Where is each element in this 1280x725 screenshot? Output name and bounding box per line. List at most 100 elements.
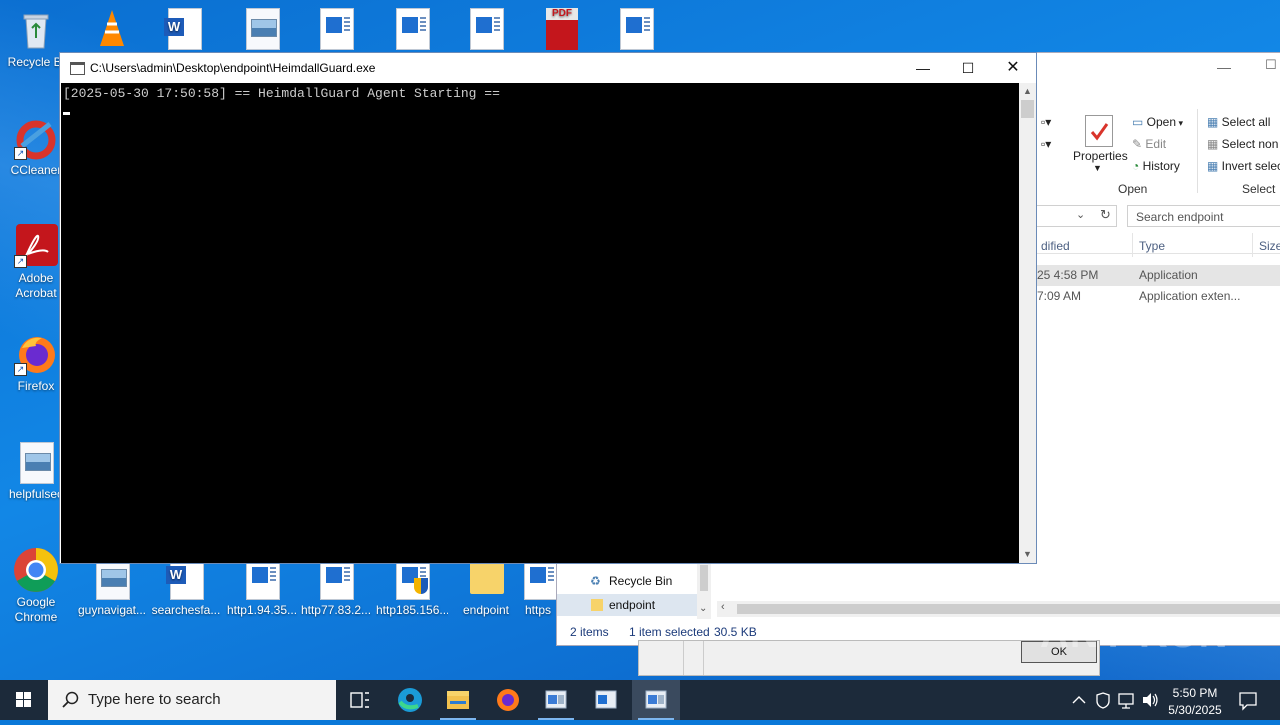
taskbar-search-box[interactable]: Type here to search: [48, 680, 336, 720]
task-view-button[interactable]: [336, 680, 384, 720]
desktop-icon-document[interactable]: [450, 6, 522, 53]
firefox-icon: ↗: [14, 332, 58, 376]
invert-selection-button[interactable]: ▦ Invert selec: [1207, 159, 1280, 173]
status-size: 30.5 KB: [714, 625, 757, 639]
word-doc-icon: W: [162, 6, 206, 50]
column-header-size[interactable]: Size: [1259, 239, 1280, 253]
chevron-left-icon[interactable]: ‹: [721, 601, 725, 613]
open-button[interactable]: ▭ Open ▾: [1132, 115, 1183, 129]
pdf-file-icon: PDF: [540, 6, 584, 50]
search-input[interactable]: Search endpoint: [1127, 205, 1280, 227]
desktop-icon-label: http1.94.35...: [226, 603, 298, 617]
document-icon: [614, 6, 658, 50]
ribbon-small-icon[interactable]: ▫▾: [1041, 137, 1051, 151]
scroll-down-icon[interactable]: ▼: [1019, 546, 1036, 563]
table-row[interactable]: 7:09 AM Application exten...: [1037, 286, 1280, 307]
start-button[interactable]: [0, 680, 48, 720]
desktop-icon-searchesfa[interactable]: W searchesfa...: [150, 556, 222, 618]
image-file-icon: [240, 6, 284, 50]
refresh-icon[interactable]: ↻: [1100, 207, 1111, 223]
console-output[interactable]: [2025-05-30 17:50:58] == HeimdallGuard A…: [61, 83, 1019, 563]
notifications-icon[interactable]: [1236, 680, 1260, 720]
console-app-icon: [70, 62, 85, 75]
desktop-icon-document[interactable]: [300, 6, 372, 53]
explorer-minimize-icon[interactable]: —: [1217, 59, 1231, 75]
ribbon-small-icon[interactable]: ▫▾: [1041, 115, 1051, 129]
minimize-button[interactable]: —: [900, 53, 946, 83]
select-all-button[interactable]: ▦ Select all: [1207, 115, 1270, 129]
desktop-icon-label: endpoint: [462, 603, 510, 617]
taskbar-clock[interactable]: 5:50 PM 5/30/2025: [1160, 682, 1230, 719]
status-item-count: 2 items: [570, 625, 609, 639]
clock-date: 5/30/2025: [1168, 703, 1222, 717]
taskbar-app-window[interactable]: [532, 680, 580, 720]
history-button[interactable]: ◔ History: [1132, 159, 1180, 173]
column-header-modified[interactable]: dified: [1041, 239, 1070, 253]
ribbon-divider: [1197, 109, 1198, 193]
ribbon-group-open: Open: [1118, 182, 1148, 196]
maximize-button[interactable]: ☐: [945, 53, 991, 83]
console-title: C:\Users\admin\Desktop\endpoint\Heimdall…: [90, 61, 376, 75]
desktop-icon-label: searchesfa...: [151, 603, 221, 617]
address-bar[interactable]: ⌄ ↻: [1027, 205, 1117, 227]
desktop-icon-http185[interactable]: http185.156...: [376, 556, 448, 618]
console-window[interactable]: C:\Users\admin\Desktop\endpoint\Heimdall…: [59, 52, 1037, 564]
desktop-icon-http1[interactable]: http1.94.35...: [226, 556, 298, 618]
desktop-icon-vlc[interactable]: [76, 6, 148, 53]
row-modified: 7:09 AM: [1037, 289, 1082, 303]
chevron-down-icon[interactable]: ⌄: [1076, 208, 1085, 221]
app-window-icon: [595, 690, 617, 709]
taskbar-edge[interactable]: [386, 680, 434, 720]
desktop-icon-document[interactable]: [600, 6, 672, 53]
nav-item-endpoint[interactable]: endpoint: [557, 594, 697, 616]
desktop-icon-pdf[interactable]: PDF: [526, 6, 598, 53]
table-row[interactable]: 25 4:58 PM Application: [1037, 265, 1280, 286]
nav-item-recycle-bin[interactable]: ♻ Recycle Bin: [557, 570, 697, 592]
console-title-bar[interactable]: C:\Users\admin\Desktop\endpoint\Heimdall…: [60, 53, 1036, 83]
nav-scrollbar[interactable]: ⌄: [697, 563, 711, 619]
column-header-type[interactable]: Type: [1139, 239, 1165, 253]
chevron-down-icon[interactable]: ⌄: [699, 603, 707, 614]
select-none-button[interactable]: ▦ Select non: [1207, 137, 1278, 151]
desktop-icon-guynavigat[interactable]: guynavigat...: [76, 556, 148, 618]
taskbar-file-explorer[interactable]: [434, 680, 482, 720]
desktop-icon-label: http77.83.2...: [300, 603, 372, 617]
tray-show-hidden-icon[interactable]: [1070, 680, 1088, 720]
desktop-icon-image-file[interactable]: [226, 6, 298, 53]
desktop-icon-https[interactable]: https: [518, 556, 558, 618]
chevron-down-icon[interactable]: ▼: [1093, 163, 1102, 173]
network-icon[interactable]: [1116, 680, 1136, 720]
console-output-line: [2025-05-30 17:50:58] == HeimdallGuard A…: [63, 86, 500, 101]
status-selected: 1 item selected: [629, 625, 710, 639]
edge-icon: [398, 688, 422, 712]
desktop-icon-word-doc[interactable]: W: [148, 6, 220, 53]
security-shield-icon[interactable]: [1094, 680, 1112, 720]
desktop-icon-endpoint[interactable]: endpoint: [450, 556, 522, 618]
explorer-maximize-icon[interactable]: ☐: [1265, 57, 1277, 73]
taskbar-firefox[interactable]: [484, 680, 532, 720]
recycle-bin-icon: [14, 8, 58, 52]
clock-time: 5:50 PM: [1172, 686, 1218, 700]
console-scrollbar[interactable]: ▲ ▼: [1019, 83, 1036, 563]
desktop-icon-label: http185.156...: [376, 603, 448, 617]
scroll-thumb[interactable]: [1021, 100, 1034, 118]
volume-icon[interactable]: [1140, 680, 1160, 720]
shortcut-arrow-icon: ↗: [14, 147, 27, 160]
desktop-icon-label: https: [524, 603, 551, 617]
document-icon: [390, 6, 434, 50]
close-button[interactable]: ✕: [990, 53, 1036, 83]
row-modified: 25 4:58 PM: [1037, 268, 1099, 282]
select-all-icon: ▦: [1207, 115, 1222, 129]
document-icon: [464, 6, 508, 50]
taskbar-console[interactable]: [632, 680, 680, 720]
shortcut-arrow-icon: ↗: [14, 363, 27, 376]
taskbar-app-window[interactable]: [582, 680, 630, 720]
history-icon: ◔: [1132, 159, 1143, 173]
desktop-icon-document[interactable]: [376, 6, 448, 53]
properties-button[interactable]: Properties: [1073, 149, 1128, 163]
scroll-up-icon[interactable]: ▲: [1019, 83, 1036, 100]
invert-selection-icon: ▦: [1207, 159, 1222, 173]
edit-button[interactable]: ✎ Edit: [1132, 137, 1166, 151]
desktop-icon-http77[interactable]: http77.83.2...: [300, 556, 372, 618]
folder-icon: [447, 691, 469, 709]
